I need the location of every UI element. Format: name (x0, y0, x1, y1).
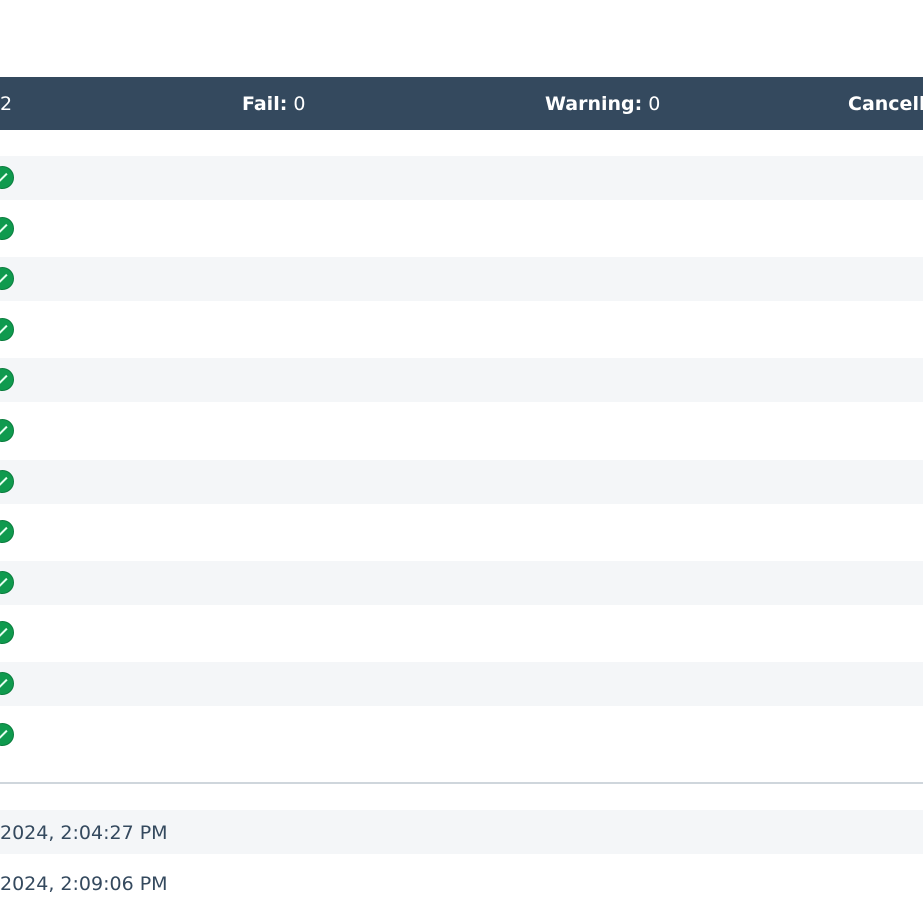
warning-label: Warning: (545, 93, 643, 115)
test-report-view: 2 Fail: 0 Warning: 0 Cancelle 2024, 2:04… (0, 0, 923, 923)
result-row (0, 358, 923, 403)
check-circle-icon (0, 621, 14, 645)
result-row (0, 459, 923, 504)
run-times: 2024, 2:04:27 PM 2024, 2:09:06 PM (0, 810, 923, 912)
check-circle-icon (0, 317, 14, 341)
check-circle-icon (0, 520, 14, 544)
result-row (0, 409, 923, 453)
check-circle-icon (0, 469, 14, 493)
check-circle-icon (0, 671, 14, 695)
summary-fail: Fail: 0 (242, 77, 305, 132)
result-row (0, 611, 923, 655)
result-row (0, 207, 923, 251)
result-row (0, 560, 923, 605)
warning-count: 0 (648, 93, 661, 115)
result-row (0, 257, 923, 302)
start-time: 2024, 2:04:27 PM (0, 822, 168, 844)
check-circle-icon (0, 216, 14, 240)
check-circle-icon (0, 368, 14, 392)
fail-label: Fail: (242, 93, 288, 115)
pass-count: 2 (0, 93, 13, 115)
fail-count: 0 (293, 93, 306, 115)
check-circle-icon (0, 166, 14, 189)
result-row (0, 308, 923, 352)
summary-bar: 2 Fail: 0 Warning: 0 Cancelle (0, 77, 923, 130)
result-row (0, 156, 923, 200)
check-circle-icon (0, 722, 14, 746)
result-row (0, 661, 923, 706)
divider (0, 782, 923, 784)
summary-cancelled: Cancelle (848, 77, 923, 132)
result-row (0, 510, 923, 554)
check-circle-icon (0, 418, 14, 442)
start-time-row: 2024, 2:04:27 PM (0, 810, 923, 854)
summary-warning: Warning: 0 (545, 77, 660, 132)
end-time: 2024, 2:09:06 PM (0, 873, 168, 895)
result-row (0, 713, 923, 757)
check-circle-icon (0, 570, 14, 594)
summary-pass: 2 (0, 77, 12, 132)
check-circle-icon (0, 267, 14, 291)
end-time-row: 2024, 2:09:06 PM (0, 861, 923, 905)
results-list (0, 156, 923, 763)
cancelled-label: Cancelle (848, 93, 923, 115)
